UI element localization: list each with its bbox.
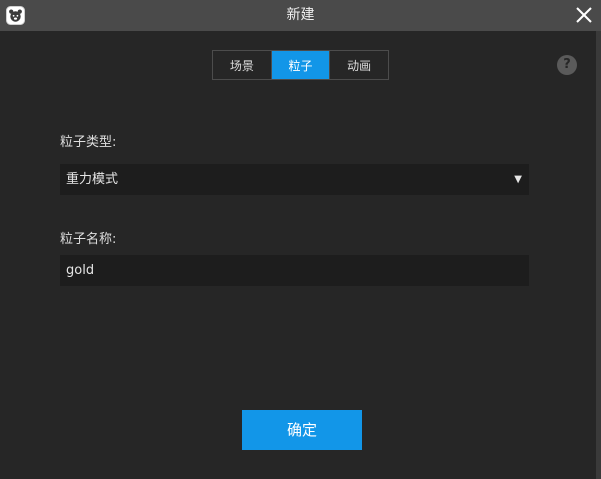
tab-animation[interactable]: 动画	[329, 51, 389, 79]
close-icon[interactable]	[575, 6, 593, 24]
particle-type-select[interactable]: 重力模式 ▼	[60, 164, 529, 195]
particle-name-input[interactable]: gold	[60, 255, 529, 286]
confirm-button[interactable]: 确定	[242, 410, 362, 450]
tab-particle[interactable]: 粒子	[270, 51, 330, 79]
dialog-title: 新建	[286, 7, 315, 23]
title-bar: 新建	[0, 0, 601, 31]
tab-scene[interactable]: 场景	[213, 51, 271, 79]
window-edge	[596, 31, 601, 479]
particle-type-value: 重力模式	[66, 172, 119, 187]
help-icon[interactable]: ?	[557, 55, 577, 75]
type-tabs: 场景 粒子 动画	[212, 50, 389, 80]
new-dialog: 新建 场景 粒子 动画 ? 粒子类型: 重力模式 ▼ 粒子名称: gold 确定	[0, 0, 601, 479]
particle-type-label: 粒子类型:	[60, 135, 117, 150]
particle-name-label: 粒子名称:	[60, 232, 117, 247]
dropdown-arrow-icon: ▼	[514, 174, 522, 185]
